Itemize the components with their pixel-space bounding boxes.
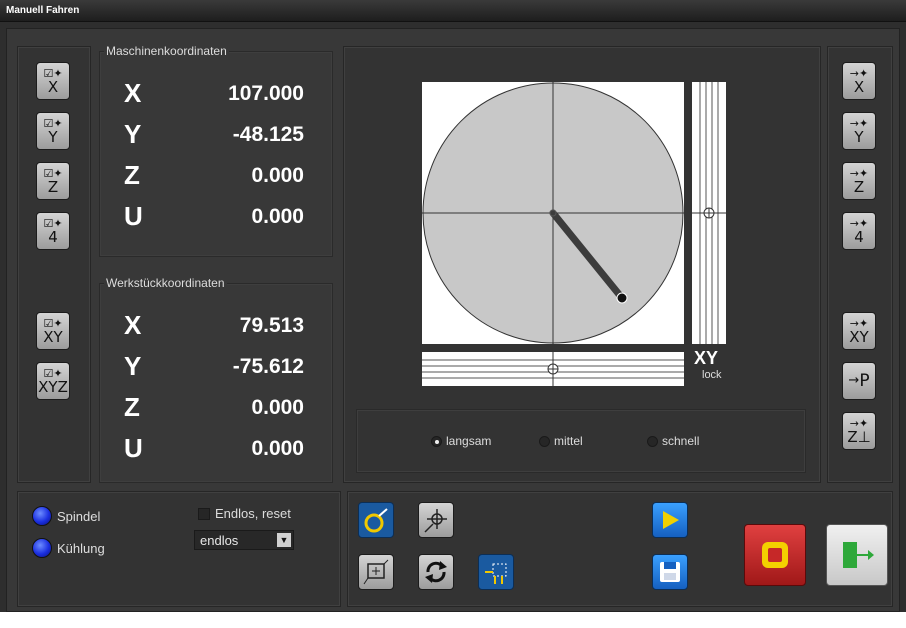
coord-value: 79.513 [239,314,304,337]
zero-x-button[interactable]: ☑✦ X [36,62,70,100]
endless-select[interactable]: endlos ▼ [194,530,294,550]
goto-4-button[interactable]: →✦ 4 [842,212,876,250]
exit-button[interactable] [826,524,888,586]
right-button-panel: →✦ X →✦ Y →✦ Z →✦ 4 →✦ XY → P →✦ Z⊥ [827,46,893,483]
axis-label: U [124,433,143,463]
speed-selector: langsam mittel schnell [356,409,806,473]
cooling-led [32,538,52,558]
coord-value: 0.000 [251,437,304,460]
zero-y-button[interactable]: ☑✦ Y [36,112,70,150]
zero-z-button[interactable]: ☑✦ Z [36,162,70,200]
cooling-toggle[interactable]: Kühlung [32,538,105,558]
coord-value: 0.000 [251,164,304,187]
endless-reset-checkbox[interactable]: Endlos, reset [198,506,291,521]
goto-z-down-button[interactable]: →✦ Z⊥ [842,412,876,450]
crosshair-button[interactable] [418,502,454,538]
goto-xy-button[interactable]: →✦ XY [842,312,876,350]
joystick-panel: XY lock langsam mittel schnell [343,46,821,483]
save-icon [660,562,680,582]
zero-xyz-button[interactable]: ☑✦ XYZ [36,362,70,400]
speed-slow-radio[interactable]: langsam [431,434,491,448]
stop-button[interactable] [744,524,806,586]
coord-value: 0.000 [251,205,304,228]
move-to-origin-button[interactable] [478,554,514,590]
axis-label: X [124,78,142,108]
coord-value: -75.612 [232,355,304,378]
z-down-label: Z⊥ [847,427,871,446]
goto-y-button[interactable]: →✦ Y [842,112,876,150]
axis-label: Y [124,119,142,149]
goto-x-button[interactable]: →✦ X [842,62,876,100]
tools-panel [347,491,893,607]
origin-frame-icon [363,559,389,585]
tool-measure-icon [364,508,388,533]
goto-z-button[interactable]: →✦ Z [842,162,876,200]
axis-label: Z [124,160,140,190]
coord-value: -48.125 [232,123,304,146]
left-button-panel: ☑✦ X ☑✦ Y ☑✦ Z ☑✦ 4 ☑✦ XY ☑✦ XYZ [17,46,91,483]
bottom-strip [0,612,906,628]
play-button[interactable] [652,502,688,538]
checkbox-box [198,507,210,520]
spindle-toggle[interactable]: Spindel [32,506,100,526]
move-origin-icon [485,563,507,584]
tool-measure-button[interactable] [358,502,394,538]
machine-coordinates-title: Maschinenkoordinaten [104,44,229,58]
arrow-right-icon: → [848,373,860,388]
speed-fast-radio[interactable]: schnell [647,434,699,448]
goto-park-button[interactable]: → P [842,362,876,400]
axis-label: U [124,201,143,231]
refresh-icon [425,561,447,583]
spindle-led [32,506,52,526]
machine-coordinates-group: Maschinenkoordinaten X 107.000 Y -48.125… [99,44,333,257]
outputs-panel: Spindel Kühlung Endlos, reset endlos ▼ [17,491,341,607]
speed-medium-radio[interactable]: mittel [539,434,583,448]
refresh-button[interactable] [418,554,454,590]
axis-label: Y [124,351,142,381]
coord-value: 0.000 [251,396,304,419]
workpiece-coordinates-group: Werkstückkoordinaten X 79.513 Y -75.612 … [99,276,333,483]
exit-icon [843,542,874,568]
xy-lock-label[interactable]: XY [694,348,718,369]
zero-xy-button[interactable]: ☑✦ XY [36,312,70,350]
save-button[interactable] [652,554,688,590]
window-title: Manuell Fahren [0,0,906,22]
crosshair-icon [424,509,447,533]
axis-label: X [124,310,142,340]
set-origin-button[interactable] [358,554,394,590]
workpiece-coordinates-title: Werkstückkoordinaten [104,276,227,290]
axis-label: Z [124,392,140,422]
coord-value: 107.000 [228,82,304,105]
lock-label: lock [702,369,722,381]
chevron-down-icon: ▼ [277,533,291,547]
zero-4-button[interactable]: ☑✦ 4 [36,212,70,250]
play-icon [663,511,679,529]
stop-icon [762,542,788,568]
manual-move-window: ☑✦ X ☑✦ Y ☑✦ Z ☑✦ 4 ☑✦ XY ☑✦ XYZ Maschin… [6,28,900,612]
